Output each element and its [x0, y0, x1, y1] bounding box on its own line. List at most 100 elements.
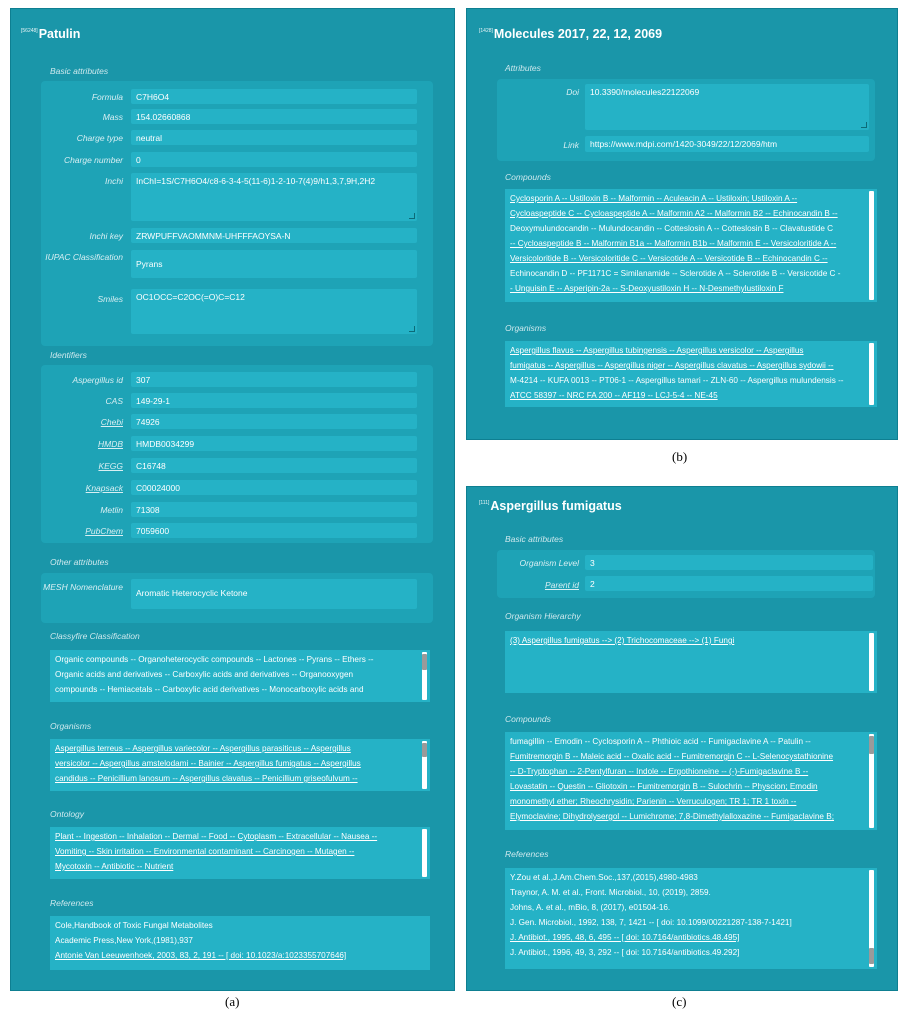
compound-line[interactable]: Deoxymulundocandin -- Mulundocandin -- C… — [510, 221, 863, 236]
compound-line[interactable]: Echinocandin D -- PF1171C = Similanamide… — [510, 266, 863, 281]
aspergillus-id-value[interactable]: 307 — [131, 372, 417, 387]
ontology-line[interactable]: Vomiting -- Skin irritation -- Environme… — [55, 844, 416, 859]
resize-handle-icon[interactable] — [409, 213, 415, 219]
organism-level-value[interactable]: 3 — [585, 555, 873, 570]
organism-title: [111]Aspergillus fumigatus — [479, 499, 622, 513]
compound-line[interactable]: Versicoloritide B -- Versicoloritide C -… — [510, 251, 863, 266]
scrollbar[interactable] — [869, 343, 874, 405]
hierarchy-line[interactable]: (3) Aspergillus fumigatus --> (2) Tricho… — [510, 633, 863, 648]
organisms-textbox[interactable]: Aspergillus flavus -- Aspergillus tubing… — [505, 341, 877, 407]
cas-value[interactable]: 149-29-1 — [131, 393, 417, 408]
metlin-value[interactable]: 71308 — [131, 502, 417, 517]
patulin-compound-panel: [56248]Patulin Basic attributes Formula … — [10, 8, 455, 991]
mass-value[interactable]: 154.02660868 — [131, 109, 417, 124]
compound-line[interactable]: -- D-Tryptophan -- 2-Pentylfuran -- Indo… — [510, 764, 863, 779]
scrollbar[interactable] — [869, 633, 874, 691]
link-value[interactable]: https://www.mdpi.com/1420-3049/22/12/206… — [585, 136, 869, 152]
organism-line[interactable]: fumigatus -- Aspergillus -- Aspergillus … — [510, 358, 863, 373]
organism-line[interactable]: M-4214 -- KUFA 0013 -- PT06-1 -- Aspergi… — [510, 373, 863, 388]
inchi-field[interactable]: InChI=1S/C7H6O4/c8-6-3-4-5(11-6)1-2-10-7… — [131, 173, 417, 221]
reference-link[interactable]: J. Antibiot., 1995, 48, 6, 495 -- [ doi:… — [510, 930, 863, 945]
scrollbar-thumb[interactable] — [422, 654, 427, 670]
scrollbar-thumb[interactable] — [869, 948, 874, 964]
caption-a: (a) — [225, 994, 240, 1009]
hmdb-value[interactable]: HMDB0034299 — [131, 436, 417, 451]
scrollbar[interactable] — [869, 870, 874, 967]
organisms-label: Organisms — [505, 323, 547, 333]
charge-number-label: Charge number — [63, 155, 123, 165]
aspergillus-id-label: Aspergillus id — [72, 375, 123, 385]
mesh-nomenclature-value[interactable]: Aromatic Heterocyclic Ketone — [131, 579, 417, 609]
compound-line[interactable]: Cycloaspeptide C -- Cycloaspeptide A -- … — [510, 206, 863, 221]
kegg-link[interactable]: KEGG — [43, 461, 123, 471]
organism-hierarchy-label: Organism Hierarchy — [505, 611, 581, 621]
compounds-textbox[interactable]: Cyclosporin A -- Ustiloxin B -- Malformi… — [505, 189, 877, 302]
references-textbox[interactable]: Cole,Handbook of Toxic Fungal Metabolite… — [50, 916, 430, 970]
other-attributes-label: Other attributes — [50, 557, 109, 567]
organism-line[interactable]: versicolor -- Aspergillus amstelodami --… — [55, 756, 416, 771]
publication-panel: [1428]Molecules 2017, 22, 12, 2069 Attri… — [466, 8, 898, 440]
compound-line[interactable]: fumagillin -- Emodin -- Cyclosporin A --… — [510, 734, 863, 749]
reference-line: Traynor, A. M. et al., Front. Microbiol.… — [510, 888, 711, 897]
scrollbar[interactable] — [422, 652, 427, 700]
pubchem-link[interactable]: PubChem — [43, 526, 123, 536]
ontology-textbox[interactable]: Plant -- Ingestion -- Inhalation -- Derm… — [50, 827, 430, 879]
inchi-label: Inchi — [105, 176, 123, 186]
classyfire-line[interactable]: compounds -- Hemiacetals -- Carboxylic a… — [55, 682, 416, 697]
iupac-classification-value[interactable]: Pyrans — [131, 250, 417, 278]
scrollbar[interactable] — [422, 741, 427, 789]
doi-field[interactable]: 10.3390/molecules22122069 — [585, 84, 869, 130]
reference-link[interactable]: Antonie Van Leeuwenhoek, 2003, 83, 2, 19… — [55, 948, 416, 963]
inchi-key-value[interactable]: ZRWPUFFVAOMMNM-UHFFFAOYSA-N — [131, 228, 417, 243]
ontology-line[interactable]: Plant -- Ingestion -- Inhalation -- Derm… — [55, 829, 416, 844]
reference-line: J. Gen. Microbiol., 1992, 138, 7, 1421 -… — [510, 918, 792, 927]
organisms-textbox[interactable]: Aspergillus terreus -- Aspergillus varie… — [50, 739, 430, 791]
kegg-value[interactable]: C16748 — [131, 458, 417, 473]
compound-line[interactable]: Lovastatin -- Questin -- Gliotoxin -- Fu… — [510, 779, 863, 794]
charge-type-value[interactable]: neutral — [131, 130, 417, 145]
metlin-label: Metlin — [100, 505, 123, 515]
scrollbar[interactable] — [422, 829, 427, 877]
reference-line: Y.Zou et al.,J.Am.Chem.Soc.,137,(2015),4… — [510, 873, 698, 882]
parent-id-value[interactable]: 2 — [585, 576, 873, 591]
chebi-link[interactable]: Chebi — [43, 417, 123, 427]
hmdb-link[interactable]: HMDB — [43, 439, 123, 449]
compound-line[interactable]: Cyclosporin A -- Ustiloxin B -- Malformi… — [510, 191, 863, 206]
organism-line[interactable]: Aspergillus terreus -- Aspergillus varie… — [55, 741, 416, 756]
organism-line[interactable]: ATCC 58397 -- NRC FA 200 -- AF119 -- LCJ… — [510, 388, 863, 403]
scrollbar[interactable] — [869, 734, 874, 828]
scrollbar-thumb[interactable] — [869, 736, 874, 754]
knapsack-value[interactable]: C00024000 — [131, 480, 417, 495]
compounds-textbox[interactable]: fumagillin -- Emodin -- Cyclosporin A --… — [505, 732, 877, 830]
basic-attributes-label: Basic attributes — [50, 66, 109, 76]
parent-id-link[interactable]: Parent id — [499, 580, 579, 590]
compound-line[interactable]: -- Cycloaspeptide B -- Malformin B1a -- … — [510, 236, 863, 251]
ontology-line[interactable]: Mycotoxin -- Antibiotic -- Nutrient — [55, 859, 416, 874]
scrollbar[interactable] — [869, 191, 874, 300]
classyfire-line[interactable]: Organic acids and derivatives -- Carboxy… — [55, 667, 416, 682]
compound-line[interactable]: Elymoclavine; Dihydrolysergol -- Lumichr… — [510, 809, 863, 824]
doi-value: 10.3390/molecules22122069 — [590, 87, 700, 97]
pubchem-value[interactable]: 7059600 — [131, 523, 417, 538]
charge-type-label: Charge type — [76, 133, 123, 143]
compound-line[interactable]: Fumitremorgin B -- Maleic acid -- Oxalic… — [510, 749, 863, 764]
organism-line[interactable]: Aspergillus flavus -- Aspergillus tubing… — [510, 343, 863, 358]
smiles-field[interactable]: OC1OCC=C2OC(=O)C=C12 — [131, 289, 417, 334]
resize-handle-icon[interactable] — [861, 122, 867, 128]
classyfire-textbox[interactable]: Organic compounds -- Organoheterocyclic … — [50, 650, 430, 702]
knapsack-link[interactable]: Knapsack — [43, 483, 123, 493]
link-label: Link — [563, 140, 579, 150]
formula-value[interactable]: C7H6O4 — [131, 89, 417, 104]
classyfire-line[interactable]: Organic compounds -- Organoheterocyclic … — [55, 652, 416, 667]
resize-handle-icon[interactable] — [409, 326, 415, 332]
identifiers-label: Identifiers — [50, 350, 87, 360]
organism-hierarchy-textbox[interactable]: (3) Aspergillus fumigatus --> (2) Tricho… — [505, 631, 877, 693]
compound-line[interactable]: - Unguisin E -- Asperipin-2a -- S-Deoxyu… — [510, 281, 863, 296]
cas-label: CAS — [105, 396, 123, 406]
chebi-value[interactable]: 74926 — [131, 414, 417, 429]
organism-line[interactable]: candidus -- Penicillium lanosum -- Asper… — [55, 771, 416, 786]
scrollbar-thumb[interactable] — [422, 743, 427, 757]
references-textbox[interactable]: Y.Zou et al.,J.Am.Chem.Soc.,137,(2015),4… — [505, 868, 877, 969]
charge-number-value[interactable]: 0 — [131, 152, 417, 167]
compound-line[interactable]: monomethyl ether; Rheochrysidin; Parieni… — [510, 794, 863, 809]
